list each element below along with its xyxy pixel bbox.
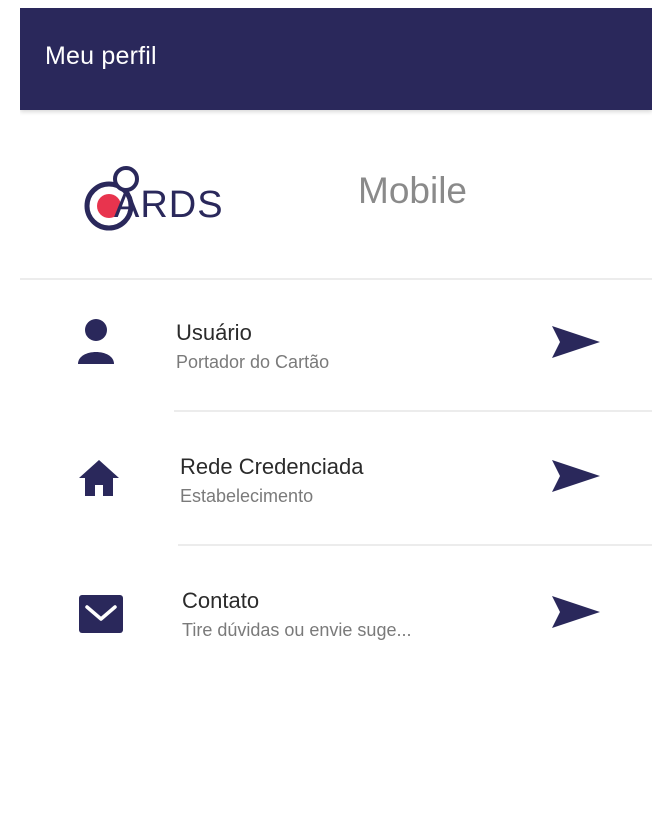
menu-item-usuario[interactable]: Usuário Portador do Cartão xyxy=(20,280,652,414)
send-arrow-icon[interactable] xyxy=(548,592,602,632)
menu-divider xyxy=(174,410,652,412)
menu-item-rede-credenciada[interactable]: Rede Credenciada Estabelecimento xyxy=(20,414,652,548)
menu-title: Contato xyxy=(182,588,260,613)
menu-subtitle: Portador do Cartão xyxy=(176,352,330,372)
menu-subtitle: Tire dúvidas ou envie suge... xyxy=(182,620,412,640)
brand-subtitle: Mobile xyxy=(358,170,467,211)
menu-subtitle: Estabelecimento xyxy=(180,486,314,506)
menu-title: Usuário xyxy=(176,320,252,345)
home-icon xyxy=(79,460,119,496)
mail-icon xyxy=(79,595,123,633)
logo-text: ARDS xyxy=(114,184,224,226)
menu-title: Rede Credenciada xyxy=(180,454,364,479)
page-title: Meu perfil xyxy=(45,42,157,70)
send-arrow-icon[interactable] xyxy=(548,322,602,362)
brand-header: ARDS Mobile xyxy=(20,112,652,280)
menu-item-contato[interactable]: Contato Tire dúvidas ou envie suge... xyxy=(20,548,652,682)
app-bar: Meu perfil xyxy=(20,8,652,110)
person-icon xyxy=(78,319,114,364)
cards-logo: ARDS xyxy=(82,152,282,232)
app-window: Meu perfil ARDS Mobile Usuário Portador … xyxy=(20,8,652,835)
send-arrow-icon[interactable] xyxy=(548,456,602,496)
menu-divider xyxy=(178,544,652,546)
